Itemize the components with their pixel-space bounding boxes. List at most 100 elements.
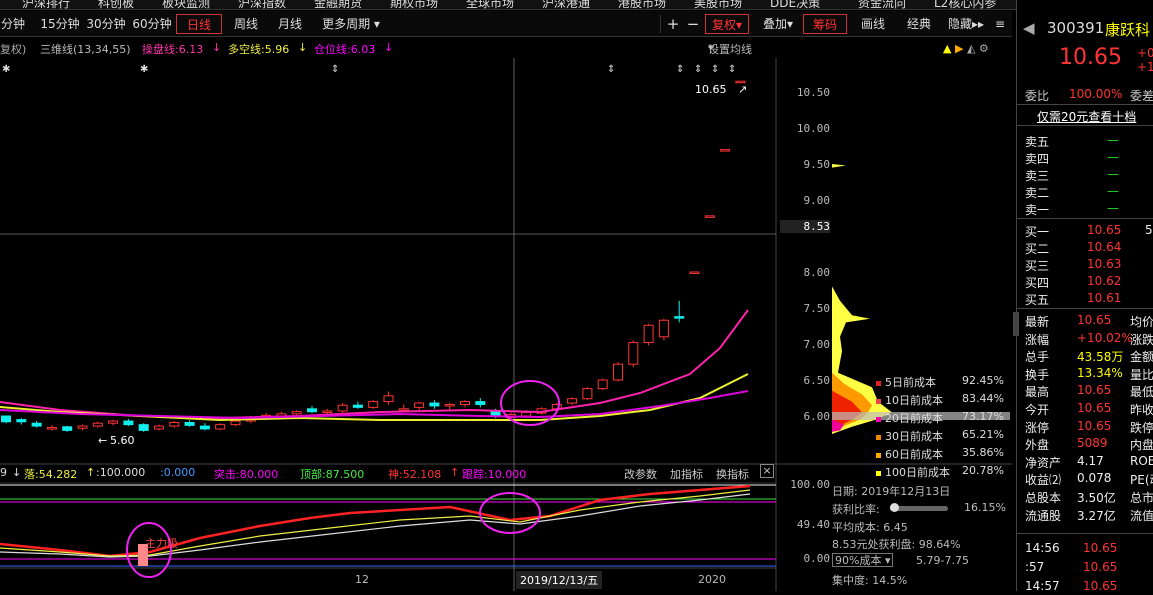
- nav-item[interactable]: 沪深指数: [238, 0, 286, 9]
- tab-minute[interactable]: 分钟: [0, 14, 26, 34]
- chip-legend-item[interactable]: 10日前成本 83.44%: [876, 392, 1004, 408]
- cost-select[interactable]: 90%成本 ▾: [832, 553, 894, 567]
- buy-level[interactable]: 买一 10.65 5: [1017, 222, 1153, 239]
- level2-promo[interactable]: 仅需20元查看十档: [1017, 104, 1153, 126]
- sell-level[interactable]: 卖四 —: [1017, 149, 1153, 166]
- candle-body: [597, 379, 608, 390]
- nav-item[interactable]: L2核心内参: [934, 0, 996, 9]
- nav-item[interactable]: 资金流向: [858, 0, 906, 9]
- chip-legend-item[interactable]: 60日前成本 35.86%: [876, 446, 1004, 462]
- tab-30min[interactable]: 30分钟: [84, 14, 128, 34]
- stat-row[interactable]: 换手 13.34% 量比: [1017, 365, 1153, 382]
- stat-row[interactable]: 流通股 3.27亿 流值: [1017, 506, 1153, 523]
- candle-body: [31, 422, 42, 427]
- gear-icon[interactable]: ⚙: [979, 42, 989, 55]
- nav-item[interactable]: 全球市场: [466, 0, 514, 9]
- nav-item[interactable]: 金融期货: [314, 0, 362, 9]
- chip-cursor-icon[interactable]: ▲: [943, 42, 951, 55]
- close-icon[interactable]: ×: [760, 464, 774, 478]
- classic-button[interactable]: 经典: [899, 14, 939, 34]
- sell-level[interactable]: 卖三 —: [1017, 166, 1153, 183]
- tab-weekly[interactable]: 周线: [228, 14, 264, 34]
- profit-ratio-knob[interactable]: [890, 503, 899, 512]
- tick-row[interactable]: 14:56 10.65: [1017, 540, 1153, 557]
- chip-legend-item[interactable]: 20日前成本 73.17%: [876, 410, 1004, 426]
- sell-level[interactable]: 卖二 —: [1017, 183, 1153, 200]
- ma-settings-button[interactable]: 设置均线 ▾: [708, 41, 752, 56]
- buy-level[interactable]: 买二 10.64: [1017, 239, 1153, 256]
- prev-stock-icon[interactable]: ◀: [1023, 19, 1035, 37]
- chip-legend-item[interactable]: 100日前成本 20.78%: [876, 464, 1004, 480]
- event-marker[interactable]: ✱: [140, 64, 148, 75]
- sell-level[interactable]: 卖五 —: [1017, 132, 1153, 149]
- menu-icon[interactable]: ≡: [991, 14, 1009, 34]
- nav-item[interactable]: 港股市场: [618, 0, 666, 9]
- tab-daily[interactable]: 日线: [176, 14, 222, 34]
- buy-level[interactable]: 买三 10.63: [1017, 256, 1153, 273]
- zoom-out-button[interactable]: −: [684, 14, 702, 34]
- stat-row[interactable]: 最新 10.65 均价: [1017, 312, 1153, 329]
- nav-item[interactable]: 沪深港通: [542, 0, 590, 9]
- hide-button[interactable]: 隐藏▸▸: [945, 14, 987, 34]
- stat-row[interactable]: 涨幅 +10.02% 涨跌: [1017, 330, 1153, 347]
- event-marker[interactable]: ⇕: [728, 64, 736, 75]
- tab-more-periods[interactable]: 更多周期 ▾: [318, 14, 384, 34]
- price-axis: 10.50 10.00 9.50 9.00 8.53 8.00 7.50 7.0…: [776, 58, 830, 464]
- tick-row[interactable]: 14:57 10.65: [1017, 578, 1153, 595]
- indicator-name[interactable]: 三维线(13,34,55): [40, 41, 131, 57]
- fuquan-button[interactable]: 复权▾: [705, 14, 749, 34]
- duokong-value: 多空线:5.96: [228, 43, 290, 56]
- chips-button[interactable]: 筹码: [803, 14, 847, 34]
- zoom-in-button[interactable]: +: [664, 14, 682, 34]
- overlay-button[interactable]: 叠加▾: [757, 14, 799, 34]
- flag-icon[interactable]: ▶: [955, 42, 963, 55]
- candle-body: [337, 404, 348, 412]
- draw-line-button[interactable]: 画线: [853, 14, 893, 34]
- stat-row[interactable]: 总股本3.50亿总市值: [1017, 488, 1153, 505]
- candle-body: [230, 420, 241, 426]
- nav-item[interactable]: 板块监测: [162, 0, 210, 9]
- sell-level[interactable]: 卖一 —: [1017, 200, 1153, 217]
- tab-60min[interactable]: 60分钟: [130, 14, 174, 34]
- buy-level[interactable]: 买四 10.62: [1017, 273, 1153, 290]
- chip-mode-icon[interactable]: ◭: [967, 42, 975, 55]
- candle-body: [123, 420, 134, 426]
- event-marker[interactable]: ⇕: [694, 64, 702, 75]
- nav-item[interactable]: 美股市场: [694, 0, 742, 9]
- stat-row[interactable]: 净资产 4.17 ROE: [1017, 453, 1153, 470]
- stat-row[interactable]: 总手 43.58万 金额: [1017, 347, 1153, 364]
- stat-row[interactable]: 涨停 10.65 跌停: [1017, 418, 1153, 435]
- chip-legend-item[interactable]: 5日前成本 92.45%: [876, 374, 1004, 390]
- nav-item[interactable]: 期权市场: [390, 0, 438, 9]
- stat-row[interactable]: 外盘 5089 内盘: [1017, 435, 1153, 452]
- x-tick: 2020: [698, 573, 726, 586]
- buy-level[interactable]: 买五 10.61: [1017, 290, 1153, 307]
- candle-body: [582, 388, 593, 400]
- candle-body: [383, 395, 394, 403]
- event-marker[interactable]: ⇕: [711, 64, 719, 75]
- add-indicator-button[interactable]: 加指标: [670, 466, 703, 482]
- nav-item[interactable]: 沪深排行: [22, 0, 70, 9]
- event-marker[interactable]: ✱: [2, 64, 10, 75]
- legend-swatch: [876, 434, 881, 440]
- panel-collapse-handle[interactable]: [1013, 312, 1019, 336]
- chip-legend-item[interactable]: 30日前成本 65.21%: [876, 428, 1004, 444]
- tab-15min[interactable]: 15分钟: [38, 14, 82, 34]
- nav-item[interactable]: DDE决策: [770, 0, 820, 9]
- tab-monthly[interactable]: 月线: [272, 14, 308, 34]
- edit-params-button[interactable]: 改参数: [624, 466, 657, 482]
- swap-indicator-button[interactable]: 换指标: [716, 466, 749, 482]
- low-price-label: 5.60: [110, 434, 135, 447]
- event-marker[interactable]: ⇕: [331, 64, 339, 75]
- candle-body: [138, 424, 149, 431]
- stat-row[interactable]: 今开 10.65 昨收: [1017, 400, 1153, 417]
- stat-row[interactable]: 收益⑵0.078PE(动): [1017, 470, 1153, 487]
- event-marker[interactable]: ⇕: [607, 64, 615, 75]
- event-marker[interactable]: ⇕: [676, 64, 684, 75]
- down-arrow-icon: ↓: [298, 41, 308, 54]
- candle-body: [613, 363, 623, 381]
- nav-item[interactable]: 科创板: [98, 0, 134, 9]
- stat-row[interactable]: 最高 10.65 最低: [1017, 382, 1153, 399]
- profit-ratio-value: 16.15%: [964, 501, 1006, 514]
- tick-row[interactable]: :57 10.65: [1017, 559, 1153, 576]
